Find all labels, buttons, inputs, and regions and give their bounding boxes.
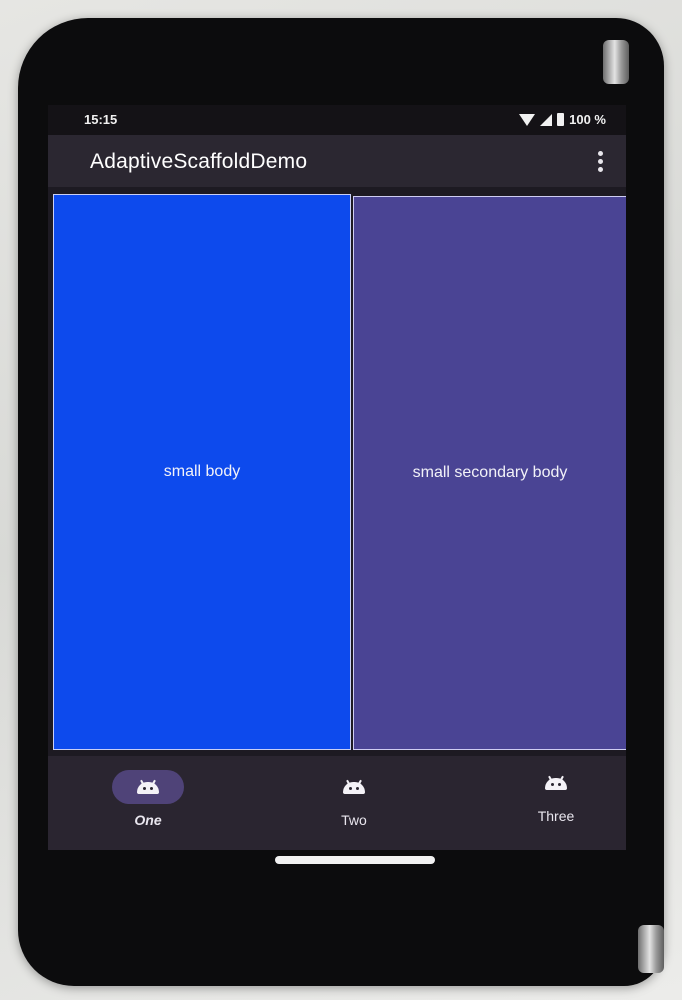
wifi-icon <box>519 114 536 126</box>
small-secondary-body-pane: small secondary body <box>353 196 626 750</box>
small-secondary-body-label: small secondary body <box>412 464 568 481</box>
nav-item-three[interactable]: Three <box>496 766 616 824</box>
app-title: AdaptiveScaffoldDemo <box>90 150 308 173</box>
small-body-label: small body <box>163 463 241 480</box>
screen: 15:15 100 % AdaptiveScaffoldDemo small b… <box>48 105 626 850</box>
nav-indicator <box>520 766 592 800</box>
nav-indicator <box>318 770 390 804</box>
gesture-handle[interactable] <box>275 856 435 864</box>
status-icons: 100 % <box>519 112 606 127</box>
bottom-navigation-bar: One Two Three <box>48 756 626 850</box>
status-bar: 15:15 100 % <box>48 105 626 135</box>
android-icon <box>545 775 567 790</box>
battery-level: 100 % <box>569 112 606 127</box>
hinge-top <box>603 40 629 84</box>
android-icon <box>343 779 365 794</box>
nav-label-three: Three <box>537 808 575 824</box>
more-vert-icon[interactable] <box>596 151 604 173</box>
nav-label-one: One <box>134 812 162 828</box>
app-bar: AdaptiveScaffoldDemo <box>48 135 626 187</box>
nav-item-one[interactable]: One <box>88 770 208 828</box>
nav-item-two[interactable]: Two <box>294 770 414 828</box>
hinge-bottom <box>638 925 664 973</box>
nav-indicator-active <box>112 770 184 804</box>
nav-label-two: Two <box>341 812 367 828</box>
android-icon <box>137 779 159 794</box>
status-time: 15:15 <box>84 112 118 127</box>
signal-icon <box>540 113 553 126</box>
small-body-pane: small body <box>53 194 351 750</box>
battery-icon <box>557 113 565 126</box>
content-area: small body small secondary body <box>48 187 626 756</box>
